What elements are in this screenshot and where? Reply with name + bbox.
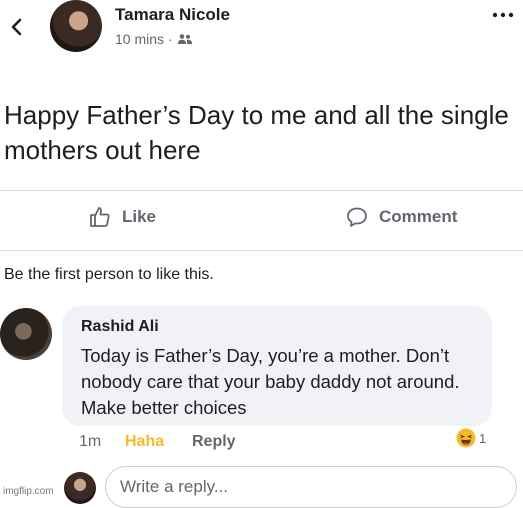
post-text: Happy Father’s Day to me and all the sin…	[4, 100, 509, 165]
comment-icon	[347, 207, 367, 227]
divider	[0, 250, 523, 251]
comment-time[interactable]: 1m	[79, 433, 101, 451]
reaction-count-badge[interactable]: 1	[456, 428, 486, 448]
back-arrow-icon[interactable]	[6, 16, 28, 38]
reply-input[interactable]	[105, 466, 517, 508]
reply-button[interactable]: Reply	[192, 433, 236, 451]
comment-author-name[interactable]: Rashid Ali	[81, 318, 159, 336]
watermark: imgflip.com	[3, 486, 54, 497]
haha-emoji-icon	[456, 428, 476, 448]
like-icon	[90, 207, 110, 227]
like-label: Like	[122, 207, 157, 226]
more-icon[interactable]	[491, 10, 515, 20]
haha-reaction-button[interactable]: Haha	[125, 433, 164, 451]
meta-separator: ·	[168, 31, 173, 47]
current-user-avatar	[64, 472, 96, 504]
post-time[interactable]: 10 mins	[115, 31, 164, 47]
friends-icon	[177, 34, 192, 44]
comment-label: Comment	[379, 207, 458, 226]
commenter-avatar[interactable]	[0, 308, 52, 360]
comment-button[interactable]: Comment	[345, 205, 457, 229]
likes-summary: Be the first person to like this.	[4, 266, 214, 283]
comment-text: Today is Father’s Day, you’re a mother. …	[81, 345, 460, 418]
author-avatar[interactable]	[50, 0, 102, 52]
post-meta: 10 mins ·	[115, 31, 193, 47]
divider	[0, 190, 523, 191]
like-button[interactable]: Like	[88, 205, 156, 229]
post-author-name[interactable]: Tamara Nicole	[115, 5, 230, 25]
reaction-count: 1	[479, 430, 487, 446]
